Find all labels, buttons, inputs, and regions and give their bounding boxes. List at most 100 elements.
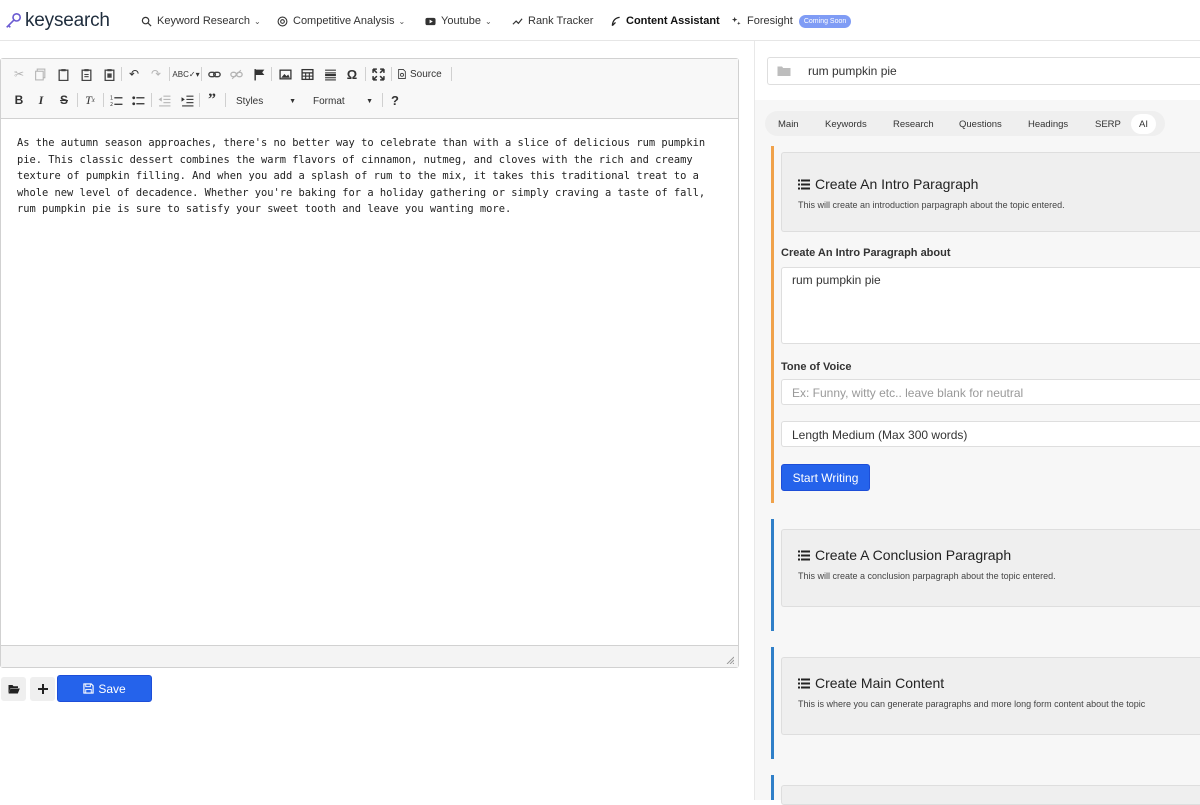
source-button[interactable]: Source (397, 65, 447, 83)
coming-soon-badge: Coming Soon (798, 14, 852, 28)
nav-content-assistant[interactable]: Content Assistant (610, 12, 720, 30)
length-select[interactable]: Length Medium (Max 300 words) (781, 421, 1200, 447)
sparkle-icon (731, 16, 741, 25)
card-header: Create An Intro Paragraph This will crea… (781, 152, 1200, 232)
tone-placeholder: Ex: Funny, witty etc.. leave blank for n… (792, 386, 1024, 400)
card-header: Create A Conclusion Paragraph This will … (781, 529, 1200, 607)
indent-icon[interactable] (179, 91, 195, 109)
strikethrough-button[interactable]: S (56, 91, 72, 109)
outdent-icon[interactable] (156, 91, 172, 109)
paste-icon[interactable] (55, 65, 71, 83)
card-description: This is where you can generate paragraph… (798, 699, 1146, 709)
toolbar-separator (225, 93, 226, 107)
editor-content[interactable]: As the autumn season approaches, there's… (17, 135, 717, 218)
youtube-icon (425, 17, 436, 25)
topic-value: rum pumpkin pie (792, 273, 881, 287)
tab-serp[interactable]: SERP (1095, 116, 1121, 132)
keyword-field[interactable]: rum pumpkin pie (767, 57, 1200, 85)
toolbar-separator (271, 67, 272, 81)
tone-label: Tone of Voice (781, 361, 852, 373)
chevron-down-icon: ⌄ (253, 16, 261, 26)
tab-main[interactable]: Main (778, 116, 799, 132)
paste-word-icon[interactable] (101, 65, 117, 83)
anchor-flag-icon[interactable] (251, 65, 267, 83)
open-folder-button[interactable] (1, 677, 26, 701)
topic-label: Create An Intro Paragraph about (781, 247, 951, 259)
feather-icon (611, 16, 620, 26)
folder-icon (777, 66, 791, 76)
nav-label: Competitive Analysis (293, 15, 395, 27)
list-icon (798, 550, 810, 560)
logo[interactable]: keysearch (4, 9, 110, 33)
add-button[interactable] (30, 677, 55, 701)
resize-handle-icon[interactable] (726, 656, 734, 664)
tab-questions[interactable]: Questions (959, 116, 1002, 132)
horizontal-rule-icon[interactable] (322, 65, 338, 83)
toolbar-separator (77, 93, 78, 107)
save-button[interactable]: Save (57, 675, 152, 702)
toolbar-separator (199, 93, 200, 107)
card-accent-bar (771, 647, 774, 759)
card-accent-bar (771, 519, 774, 631)
nav-youtube[interactable]: Youtube ⌄ (425, 12, 492, 30)
card-title: Create A Conclusion Paragraph (798, 547, 1011, 563)
link-icon[interactable] (206, 65, 222, 83)
special-char-icon[interactable]: Ω (344, 65, 360, 83)
svg-text:1: 1 (110, 95, 113, 101)
italic-button[interactable]: I (33, 91, 49, 109)
tab-keywords[interactable]: Keywords (825, 116, 867, 132)
toolbar-separator (121, 67, 122, 81)
help-button[interactable]: ? (387, 91, 403, 109)
toolbar-separator (365, 67, 366, 81)
caret-down-icon: ▼ (289, 97, 296, 105)
unlink-icon[interactable] (228, 65, 244, 83)
paste-text-icon[interactable] (78, 65, 94, 83)
bold-button[interactable]: B (11, 91, 27, 109)
nav-rank-tracker[interactable]: Rank Tracker (512, 12, 593, 30)
source-doc-icon (398, 69, 406, 79)
format-dropdown[interactable]: Format ▼ (313, 92, 377, 110)
logo-text: keysearch (25, 10, 110, 31)
search-icon (141, 16, 152, 27)
styles-dropdown[interactable]: Styles ▼ (236, 92, 300, 110)
nav-foresight[interactable]: Foresight Coming Soon (731, 12, 852, 30)
top-nav: keysearch Keyword Research ⌄ Competitive… (0, 0, 1200, 41)
undo-icon[interactable]: ↶ (126, 65, 142, 83)
nav-label: Foresight (747, 15, 793, 27)
toolbar-separator (382, 93, 383, 107)
toolbar-separator (169, 67, 170, 81)
tab-headings[interactable]: Headings (1028, 116, 1068, 132)
toolbar-separator (201, 67, 202, 81)
nav-label: Rank Tracker (528, 15, 594, 27)
tab-research[interactable]: Research (893, 116, 934, 132)
card-description: This will create an introduction parpagr… (798, 200, 1065, 210)
blockquote-icon[interactable]: ” (204, 91, 220, 109)
nav-label: Youtube (441, 15, 481, 27)
bullet-list-icon[interactable] (130, 91, 146, 109)
topic-textarea[interactable]: rum pumpkin pie (781, 267, 1200, 344)
redo-icon[interactable]: ↷ (148, 65, 164, 83)
numbered-list-icon[interactable]: 12 (108, 91, 124, 109)
nav-keyword-research[interactable]: Keyword Research ⌄ (141, 12, 261, 30)
table-icon[interactable] (299, 65, 315, 83)
nav-label: Keyword Research (157, 15, 250, 27)
tone-input[interactable]: Ex: Funny, witty etc.. leave blank for n… (781, 379, 1200, 405)
next-card (771, 775, 1200, 805)
main-content-card: Create Main Content This is where you ca… (771, 647, 1200, 759)
svg-text:2: 2 (110, 101, 113, 106)
nav-competitive-analysis[interactable]: Competitive Analysis ⌄ (277, 12, 405, 30)
toolbar-separator (103, 93, 104, 107)
start-writing-button[interactable]: Start Writing (781, 464, 870, 491)
list-icon (798, 179, 810, 189)
cut-icon[interactable]: ✂ (11, 65, 27, 83)
remove-format-icon[interactable]: Tx (82, 91, 98, 109)
spellcheck-icon[interactable]: ABC✓▾ (172, 65, 199, 83)
toolbar-separator (151, 93, 152, 107)
image-icon[interactable] (277, 65, 293, 83)
floppy-disk-icon (83, 683, 94, 694)
tab-ai[interactable]: AI (1131, 114, 1156, 134)
copy-icon[interactable] (32, 65, 48, 83)
maximize-icon[interactable] (370, 65, 386, 83)
key-icon (6, 12, 22, 28)
chevron-down-icon: ⌄ (398, 16, 406, 26)
